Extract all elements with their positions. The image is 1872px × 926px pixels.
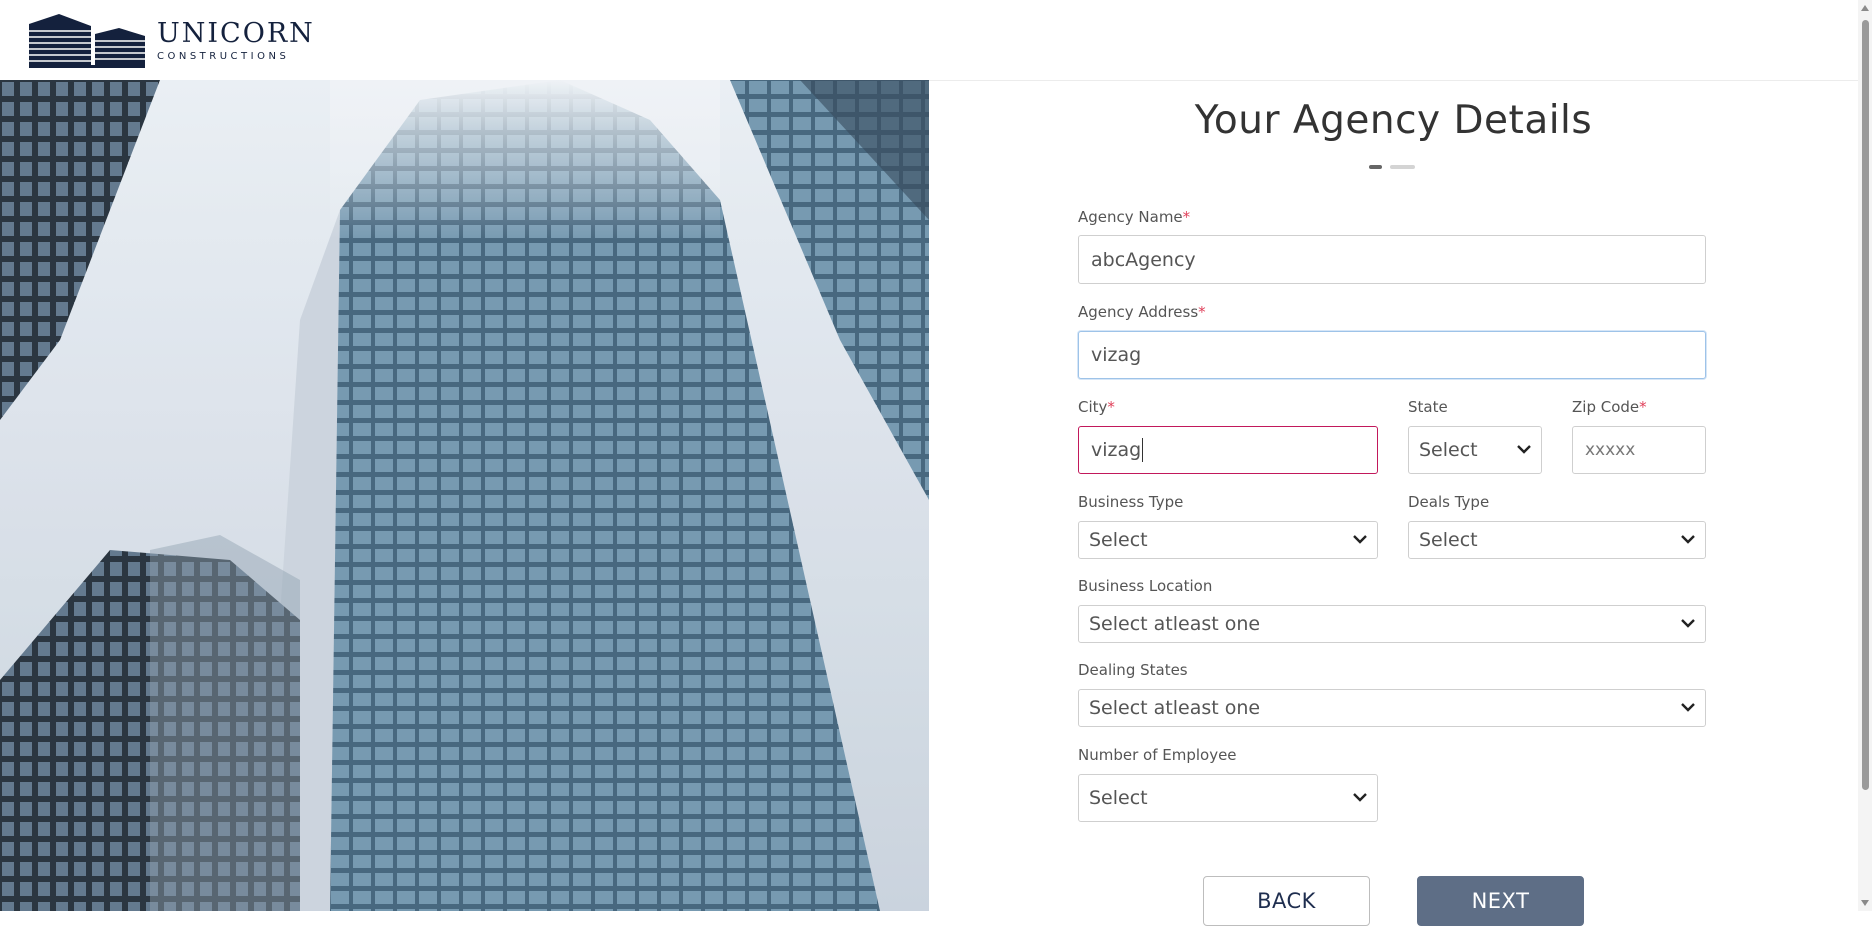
chevron-down-icon [1517,445,1531,454]
chevron-down-icon [1353,793,1367,802]
business-type-select[interactable]: Select [1078,521,1378,559]
brand-tagline: CONSTRUCTIONS [157,51,290,62]
agency-name-input[interactable]: abcAgency [1078,235,1706,284]
zip-code-input[interactable]: xxxxx [1572,426,1706,474]
step-2-inactive [1390,165,1415,169]
number-of-employee-label: Number of Employee [1078,746,1237,764]
deals-type-select[interactable]: Select [1408,521,1706,559]
deals-type-label: Deals Type [1408,493,1490,511]
business-location-label: Business Location [1078,577,1213,595]
agency-details-form: Your Agency Details Agency Name* abcAgen… [929,80,1858,926]
scroll-up-arrow-icon[interactable] [1861,5,1869,11]
chevron-down-icon [1353,535,1367,544]
step-1-active [1369,165,1382,169]
number-of-employee-select[interactable]: Select [1078,774,1378,822]
next-button[interactable]: NEXT [1417,876,1584,926]
dealing-states-select[interactable]: Select atleast one [1078,689,1706,727]
scrollbar-thumb[interactable] [1862,20,1869,790]
agency-name-label: Agency Name* [1078,208,1191,226]
chevron-down-icon [1681,703,1695,712]
state-select[interactable]: Select [1408,426,1542,474]
scroll-down-arrow-icon[interactable] [1861,900,1869,906]
chevron-down-icon [1681,619,1695,628]
city-input[interactable]: vizag [1078,426,1378,474]
city-label: City* [1078,398,1115,416]
page-scrollbar[interactable] [1858,0,1872,911]
text-cursor [1142,438,1144,462]
chevron-down-icon [1681,535,1695,544]
agency-address-label: Agency Address* [1078,303,1206,321]
brand-logo[interactable]: UNICORN CONSTRUCTIONS [29,14,315,68]
agency-address-input[interactable]: vizag [1078,331,1706,379]
building-logo-icon [29,14,145,68]
step-indicator [1369,165,1415,169]
business-type-label: Business Type [1078,493,1184,511]
brand-name: UNICORN [157,18,315,49]
page-title: Your Agency Details [1194,98,1593,143]
site-header: UNICORN CONSTRUCTIONS [0,0,1858,81]
zip-code-label: Zip Code* [1572,398,1647,416]
dealing-states-label: Dealing States [1078,661,1188,679]
back-button[interactable]: BACK [1203,876,1370,926]
hero-building-photo [0,80,929,911]
state-label: State [1408,398,1448,416]
business-location-select[interactable]: Select atleast one [1078,605,1706,643]
